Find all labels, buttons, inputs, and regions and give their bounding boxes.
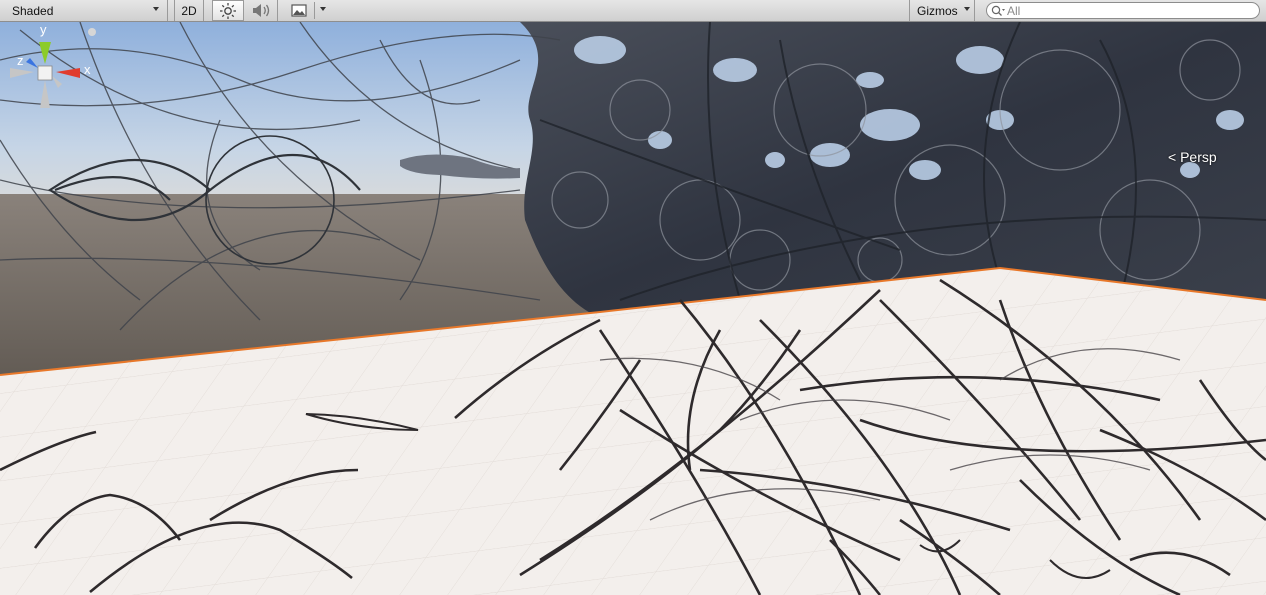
speaker-icon [253, 4, 270, 17]
projection-arrow-icon: < [1168, 149, 1181, 165]
divider [314, 2, 315, 19]
chevron-down-icon [320, 7, 326, 11]
draw-mode-dropdown[interactable]: Shaded [0, 0, 168, 21]
axis-z-label: z [17, 53, 24, 68]
image-icon [291, 4, 307, 17]
scene-toolbar: Shaded 2D Gizmos [0, 0, 1266, 22]
scene-audio-toggle[interactable] [244, 0, 278, 21]
hierarchy-search[interactable] [986, 2, 1260, 19]
scene-orientation-gizmo[interactable]: y x z [0, 22, 104, 122]
sun-icon [220, 3, 236, 19]
scene-lighting-toggle[interactable] [212, 0, 244, 21]
scene-render [0, 22, 1266, 595]
search-icon [991, 5, 1005, 16]
draw-mode-label: Shaded [12, 4, 54, 18]
axis-x-label: x [84, 62, 91, 77]
axis-y-label: y [40, 22, 47, 37]
mode-2d-button[interactable]: 2D [174, 0, 204, 21]
scene-view[interactable]: y x z < Persp [0, 22, 1266, 595]
scene-effects-dropdown[interactable] [284, 0, 330, 21]
chevron-down-icon [964, 7, 970, 11]
chevron-down-icon [153, 7, 159, 11]
gizmos-dropdown[interactable]: Gizmos [909, 0, 975, 21]
mode-2d-label: 2D [181, 4, 197, 18]
gizmos-label: Gizmos [917, 4, 958, 18]
projection-toggle[interactable]: < Persp [1168, 149, 1217, 165]
projection-label: Persp [1180, 149, 1217, 165]
search-input[interactable] [1007, 3, 1247, 18]
